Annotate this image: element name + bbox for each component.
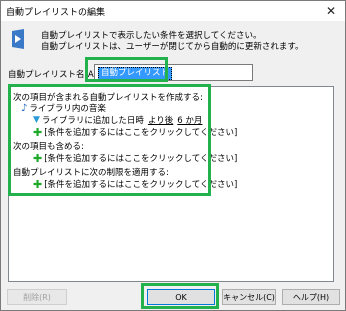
help-button[interactable]: ヘルプ(H)	[282, 289, 340, 305]
highlight-name-field	[85, 57, 168, 82]
highlight-rules	[8, 84, 211, 196]
close-icon[interactable]: ✕	[317, 1, 345, 21]
cancel-button[interactable]: キャンセル(C)	[222, 289, 276, 305]
title-bar: 自動プレイリストの編集 ✕	[1, 1, 345, 21]
delete-button[interactable]: 削除(R)	[7, 289, 67, 305]
highlight-ok-button	[141, 283, 219, 309]
description-line-2: 自動プレイリストは、ユーザーが閉じてから自動的に更新されます。	[41, 42, 304, 52]
window-title: 自動プレイリストの編集	[6, 8, 106, 18]
media-player-icon	[12, 29, 24, 49]
